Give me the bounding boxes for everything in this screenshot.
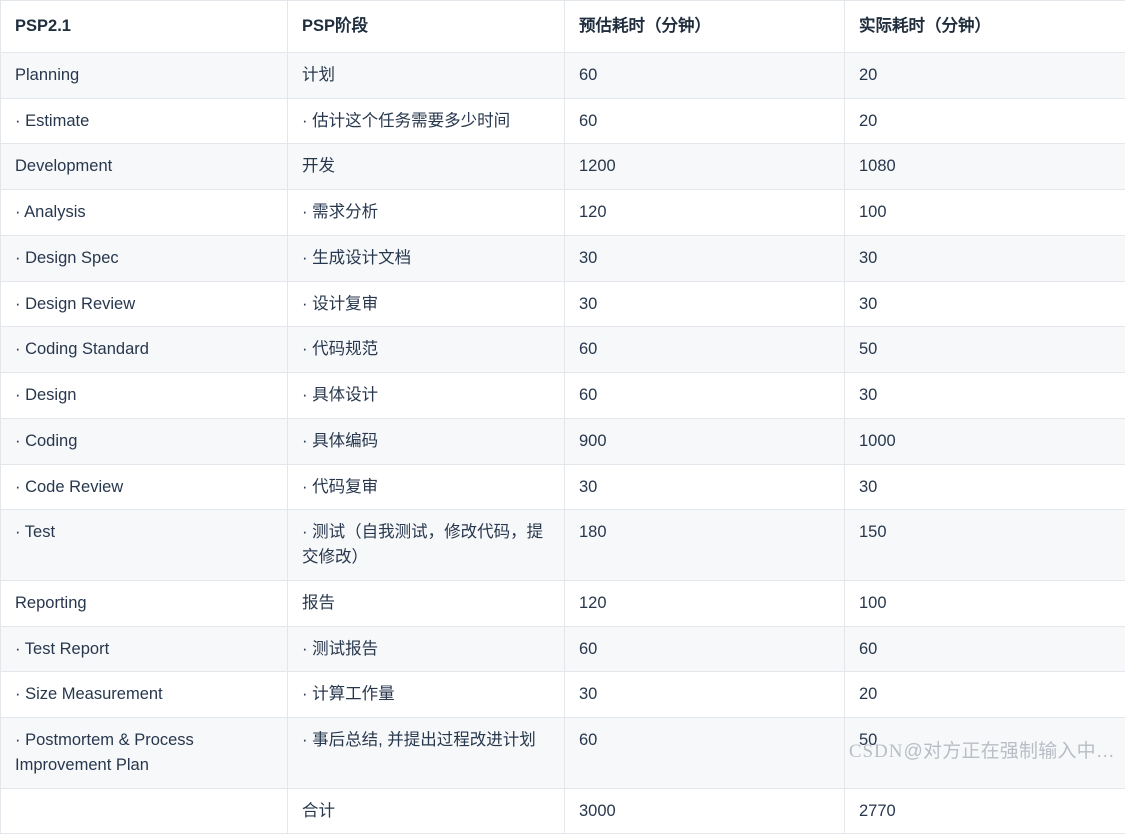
table-row: · Code Review · 代码复审 30 30 [1,464,1125,510]
cell-psp-stage: 开发 [288,144,565,190]
cell-actual-minutes: 30 [845,464,1125,510]
cell-total-label: 合计 [288,788,565,834]
cell-psp-stage: · 计算工作量 [288,672,565,718]
table-row: · Analysis · 需求分析 120 100 [1,190,1125,236]
table-row: · Estimate · 估计这个任务需要多少时间 60 20 [1,98,1125,144]
cell-psp-task: Reporting [1,580,288,626]
cell-psp-task: · Size Measurement [1,672,288,718]
cell-estimated-minutes: 60 [565,626,845,672]
cell-psp-task: · Test Report [1,626,288,672]
column-header-psp-stage: PSP阶段 [288,1,565,53]
cell-estimated-minutes: 60 [565,327,845,373]
cell-estimated-minutes: 120 [565,580,845,626]
cell-psp-stage: 报告 [288,580,565,626]
psp-table-container: PSP2.1 PSP阶段 预估耗时（分钟） 实际耗时（分钟） Planning … [0,0,1125,771]
cell-psp-task: · Estimate [1,98,288,144]
table-row: · Test Report · 测试报告 60 60 [1,626,1125,672]
cell-estimated-minutes: 60 [565,373,845,419]
cell-psp-stage: · 设计复审 [288,281,565,327]
table-row: · Design · 具体设计 60 30 [1,373,1125,419]
cell-psp-task [1,788,288,834]
table-row-total: 合计 3000 2770 [1,788,1125,834]
cell-actual-minutes: 30 [845,281,1125,327]
cell-psp-task: · Coding Standard [1,327,288,373]
cell-estimated-minutes: 60 [565,718,845,789]
cell-estimated-minutes: 1200 [565,144,845,190]
cell-actual-minutes: 20 [845,672,1125,718]
cell-actual-minutes: 60 [845,626,1125,672]
cell-psp-task: · Design Review [1,281,288,327]
cell-actual-minutes: 1000 [845,418,1125,464]
psp-effort-table: PSP2.1 PSP阶段 预估耗时（分钟） 实际耗时（分钟） Planning … [0,0,1125,834]
cell-actual-minutes: 1080 [845,144,1125,190]
cell-estimated-minutes: 180 [565,510,845,581]
cell-psp-stage: · 生成设计文档 [288,235,565,281]
table-row: Planning 计划 60 20 [1,52,1125,98]
table-row: · Test · 测试（自我测试，修改代码，提交修改） 180 150 [1,510,1125,581]
cell-actual-minutes: 20 [845,98,1125,144]
cell-psp-stage: 计划 [288,52,565,98]
cell-estimated-minutes: 60 [565,98,845,144]
cell-actual-minutes: 30 [845,235,1125,281]
cell-psp-stage: · 具体设计 [288,373,565,419]
cell-estimated-minutes: 900 [565,418,845,464]
cell-estimated-minutes: 120 [565,190,845,236]
table-row: Reporting 报告 120 100 [1,580,1125,626]
cell-actual-minutes: 100 [845,580,1125,626]
table-header-row: PSP2.1 PSP阶段 预估耗时（分钟） 实际耗时（分钟） [1,1,1125,53]
cell-estimated-minutes: 30 [565,464,845,510]
cell-psp-task: · Analysis [1,190,288,236]
cell-total-estimated-minutes: 3000 [565,788,845,834]
cell-psp-task: · Design Spec [1,235,288,281]
cell-psp-task: Development [1,144,288,190]
cell-psp-stage: · 代码规范 [288,327,565,373]
table-row: · Coding · 具体编码 900 1000 [1,418,1125,464]
table-row: · Design Spec · 生成设计文档 30 30 [1,235,1125,281]
cell-psp-stage: · 需求分析 [288,190,565,236]
column-header-psp21: PSP2.1 [1,1,288,53]
cell-actual-minutes: 150 [845,510,1125,581]
cell-psp-task: · Test [1,510,288,581]
column-header-estimated-minutes: 预估耗时（分钟） [565,1,845,53]
cell-psp-stage: · 测试报告 [288,626,565,672]
table-row: Development 开发 1200 1080 [1,144,1125,190]
cell-psp-stage: · 事后总结, 并提出过程改进计划 [288,718,565,789]
cell-estimated-minutes: 30 [565,235,845,281]
cell-estimated-minutes: 60 [565,52,845,98]
cell-actual-minutes: 30 [845,373,1125,419]
cell-psp-task: · Design [1,373,288,419]
cell-psp-task: · Code Review [1,464,288,510]
table-header: PSP2.1 PSP阶段 预估耗时（分钟） 实际耗时（分钟） [1,1,1125,53]
cell-estimated-minutes: 30 [565,281,845,327]
cell-psp-stage: · 代码复审 [288,464,565,510]
cell-psp-stage: · 具体编码 [288,418,565,464]
cell-actual-minutes: 100 [845,190,1125,236]
cell-psp-task: · Coding [1,418,288,464]
table-row: · Size Measurement · 计算工作量 30 20 [1,672,1125,718]
table-row: · Design Review · 设计复审 30 30 [1,281,1125,327]
cell-estimated-minutes: 30 [565,672,845,718]
cell-actual-minutes: 50 [845,718,1125,789]
cell-psp-task: Planning [1,52,288,98]
cell-psp-task: · Postmortem & Process Improvement Plan [1,718,288,789]
cell-psp-stage: · 估计这个任务需要多少时间 [288,98,565,144]
column-header-actual-minutes: 实际耗时（分钟） [845,1,1125,53]
cell-actual-minutes: 50 [845,327,1125,373]
cell-psp-stage: · 测试（自我测试，修改代码，提交修改） [288,510,565,581]
table-row: · Coding Standard · 代码规范 60 50 [1,327,1125,373]
table-row: · Postmortem & Process Improvement Plan … [1,718,1125,789]
cell-actual-minutes: 20 [845,52,1125,98]
table-body: Planning 计划 60 20 · Estimate · 估计这个任务需要多… [1,52,1125,834]
cell-total-actual-minutes: 2770 [845,788,1125,834]
